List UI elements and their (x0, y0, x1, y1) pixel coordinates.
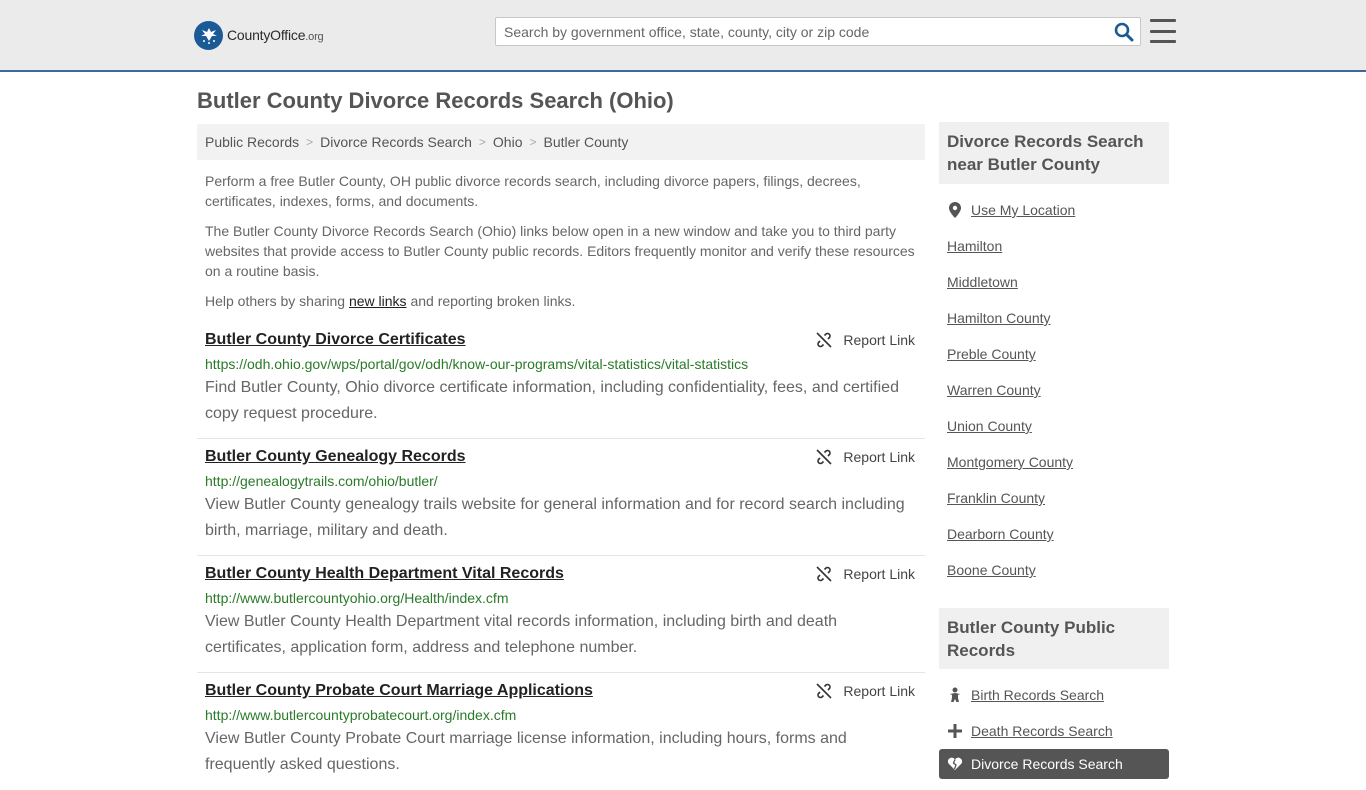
result-item: Butler County Health Department Vital Re… (197, 556, 925, 673)
sidebar-item-nearby[interactable]: Union County (947, 408, 1167, 444)
result-title-link[interactable]: Butler County Divorce Certificates (205, 331, 466, 349)
intro-text: Perform a free Butler County, OH public … (205, 171, 920, 321)
sidebar-item-birth-records[interactable]: Birth Records Search (947, 677, 1167, 713)
hamburger-menu-icon[interactable] (1150, 19, 1176, 43)
search-box (495, 17, 1141, 46)
sidebar-item-nearby[interactable]: Hamilton County (947, 300, 1167, 336)
result-description: Find Butler County, Ohio divorce certifi… (205, 379, 899, 422)
sidebar-item-nearby[interactable]: Franklin County (947, 480, 1167, 516)
map-pin-icon (947, 202, 963, 218)
report-link-button[interactable]: Report Link (816, 449, 915, 465)
result-item: Butler County Probate Court Marriage App… (197, 673, 925, 790)
sidebar-item-use-location[interactable]: Use My Location (947, 192, 1167, 228)
sidebar-item-death-records[interactable]: Death Records Search (947, 713, 1167, 749)
sidebar-item-nearby[interactable]: Middletown (947, 264, 1167, 300)
result-title-link[interactable]: Butler County Health Department Vital Re… (205, 565, 564, 583)
death-records-link[interactable]: Death Records Search (971, 723, 1113, 739)
breadcrumb-ohio[interactable]: Ohio (493, 134, 523, 150)
nearby-link[interactable]: Hamilton County (947, 310, 1051, 326)
divorce-records-label: Divorce Records Search (971, 756, 1123, 772)
result-description: View Butler County Health Department vit… (205, 613, 838, 656)
logo-wordmark: CountyOffice.org (227, 27, 324, 43)
birth-records-link[interactable]: Birth Records Search (971, 687, 1104, 703)
report-link-button[interactable]: Report Link (816, 332, 915, 348)
page-title: Butler County Divorce Records Search (Oh… (197, 88, 674, 113)
result-description: View Butler County Probate Court marriag… (205, 730, 847, 773)
result-title-link[interactable]: Butler County Probate Court Marriage App… (205, 682, 593, 700)
report-link-button[interactable]: Report Link (816, 566, 915, 582)
result-url: http://www.butlercountyprobatecourt.org/… (205, 707, 517, 723)
use-location-link[interactable]: Use My Location (971, 202, 1075, 218)
site-logo[interactable]: CountyOffice.org (194, 20, 324, 50)
breadcrumb-divorce-records[interactable]: Divorce Records Search (320, 134, 472, 150)
breadcrumb-butler-county[interactable]: Butler County (544, 134, 629, 150)
broken-link-icon (816, 566, 832, 582)
nearby-link[interactable]: Franklin County (947, 490, 1045, 506)
broken-link-icon (816, 449, 832, 465)
nearby-link[interactable]: Boone County (947, 562, 1036, 578)
search-icon[interactable] (1114, 22, 1134, 42)
result-url: https://odh.ohio.gov/wps/portal/gov/odh/… (205, 356, 749, 372)
broken-link-icon (816, 683, 832, 699)
search-input[interactable] (496, 18, 1106, 45)
nearby-link[interactable]: Dearborn County (947, 526, 1054, 542)
nearby-link[interactable]: Warren County (947, 382, 1041, 398)
eagle-seal-icon (194, 20, 223, 50)
sidebar-item-nearby[interactable]: Preble County (947, 336, 1167, 372)
sidebar-nearby-list: Use My Location Hamilton Middletown Hami… (947, 192, 1167, 588)
nearby-link[interactable]: Middletown (947, 274, 1018, 290)
baby-icon (947, 687, 963, 703)
sidebar-item-nearby[interactable]: Warren County (947, 372, 1167, 408)
sidebar-item-nearby[interactable]: Montgomery County (947, 444, 1167, 480)
broken-heart-icon (947, 756, 963, 772)
sidebar-public-records-heading: Butler County Public Records (939, 608, 1169, 669)
sidebar-item-nearby[interactable]: Boone County (947, 552, 1167, 588)
cross-icon (947, 723, 963, 739)
report-link-button[interactable]: Report Link (816, 683, 915, 699)
chevron-right-icon: > (478, 135, 486, 149)
nearby-link[interactable]: Preble County (947, 346, 1036, 362)
result-url: http://www.butlercountyohio.org/Health/i… (205, 590, 509, 606)
intro-paragraph-3: Help others by sharing new links and rep… (205, 293, 576, 309)
nearby-link[interactable]: Union County (947, 418, 1032, 434)
sidebar-nearby-heading: Divorce Records Search near Butler Count… (939, 122, 1169, 184)
nearby-link[interactable]: Hamilton (947, 238, 1002, 254)
sidebar-item-divorce-records-active[interactable]: Divorce Records Search (939, 749, 1169, 779)
breadcrumb: Public Records > Divorce Records Search … (197, 124, 925, 160)
chevron-right-icon: > (306, 135, 314, 149)
breadcrumb-public-records[interactable]: Public Records (205, 134, 299, 150)
chevron-right-icon: > (529, 135, 537, 149)
result-description: View Butler County genealogy trails webs… (205, 496, 905, 539)
intro-paragraph-2: The Butler County Divorce Records Search… (205, 223, 915, 279)
sidebar-public-records-list: Birth Records Search Death Records Searc… (947, 677, 1167, 749)
intro-paragraph-1: Perform a free Butler County, OH public … (205, 173, 861, 209)
sidebar-item-nearby[interactable]: Dearborn County (947, 516, 1167, 552)
sidebar-item-nearby[interactable]: Hamilton (947, 228, 1167, 264)
result-item: Butler County Genealogy Records Report L… (197, 439, 925, 556)
result-title-link[interactable]: Butler County Genealogy Records (205, 448, 466, 466)
new-links-link[interactable]: new links (349, 293, 407, 309)
site-header: CountyOffice.org (0, 0, 1366, 72)
nearby-link[interactable]: Montgomery County (947, 454, 1073, 470)
results-list: Butler County Divorce Certificates Repor… (197, 322, 925, 790)
broken-link-icon (816, 332, 832, 348)
result-item: Butler County Divorce Certificates Repor… (197, 322, 925, 439)
result-url: http://genealogytrails.com/ohio/butler/ (205, 473, 438, 489)
